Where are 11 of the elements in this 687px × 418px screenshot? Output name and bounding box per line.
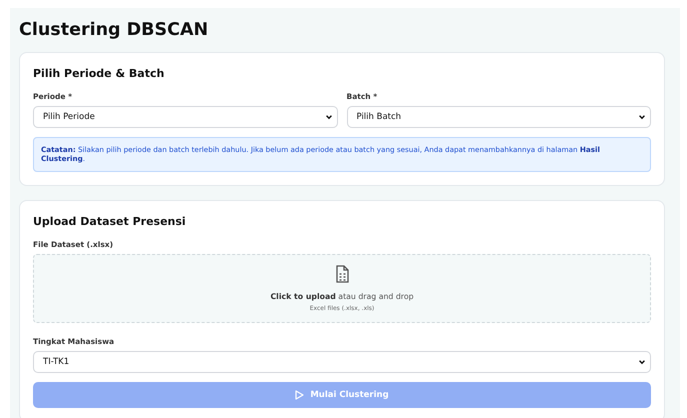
card-title: Upload Dataset Presensi <box>33 214 187 228</box>
dropdown-field[interactable]: TI-TK1 <box>33 350 651 373</box>
dropdown-field[interactable]: Pilih Periode <box>33 106 338 128</box>
chevron-down-icon <box>638 113 646 121</box>
dropdown-field[interactable]: Pilih Batch <box>346 106 651 128</box>
chevron-down-icon <box>638 358 646 366</box>
page-title: Clustering DBSCAN <box>19 20 210 40</box>
document-icon <box>334 264 350 283</box>
chevron-down-icon <box>324 113 332 121</box>
play-icon <box>295 390 304 400</box>
card-title: Pilih Periode & Batch <box>33 67 166 80</box>
